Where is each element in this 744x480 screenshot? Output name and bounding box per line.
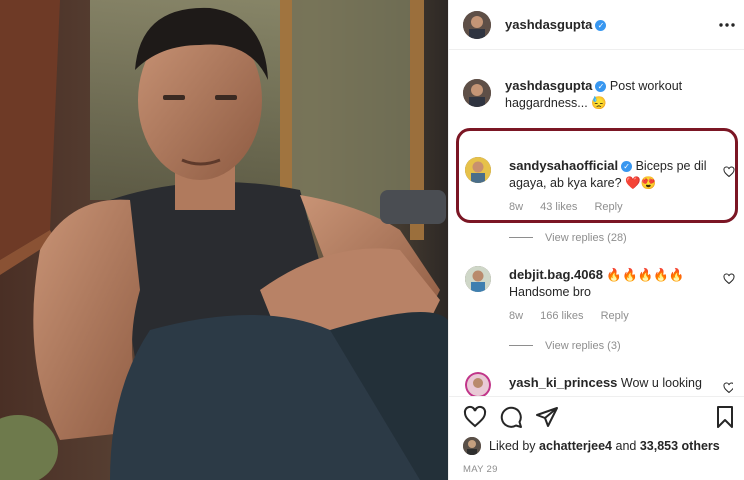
post-detail-panel: yashdasgupta ✓ yashdasgupta ✓ Post workout… — [448, 0, 744, 480]
avatar-image — [465, 372, 491, 396]
comment-username[interactable]: debjit.bag.4068 — [509, 267, 603, 282]
author-name[interactable]: yashdasgupta ✓ — [505, 16, 607, 34]
liked-by-user[interactable]: achatterjee4 — [539, 439, 612, 453]
comment-meta: 8w 166 likes Reply — [509, 310, 643, 322]
post-photo[interactable] — [0, 0, 448, 480]
liked-by-others[interactable]: 33,853 others — [640, 439, 720, 453]
comment-like-heart-icon[interactable] — [723, 273, 735, 285]
verified-badge-icon: ✓ — [595, 20, 607, 31]
post-image-illustration — [0, 0, 448, 480]
liked-by-prefix: Liked by — [489, 439, 536, 453]
comment-likes[interactable]: 166 likes — [540, 310, 583, 322]
comment-like-heart-icon[interactable] — [723, 382, 733, 394]
comment-item: yash_ki_princess Wow u looking — [463, 372, 733, 396]
view-replies-label[interactable]: View replies (28) — [545, 232, 627, 244]
view-replies-button[interactable]: View replies (3) — [509, 340, 621, 352]
like-heart-icon[interactable] — [463, 405, 487, 429]
comment-username[interactable]: yash_ki_princess — [509, 375, 617, 390]
commenter-avatar[interactable] — [465, 372, 491, 396]
reply-button[interactable]: Reply — [601, 310, 629, 322]
liked-by-text: Liked by achatterjee4 and 33,853 others — [489, 439, 720, 453]
commenter-avatar[interactable] — [465, 266, 491, 292]
more-horizontal-icon[interactable] — [715, 13, 739, 37]
comment-bubble-icon[interactable] — [499, 405, 523, 429]
comment-body: Wow u looking — [620, 376, 702, 390]
highlight-annotation — [456, 128, 738, 223]
view-replies-button[interactable]: View replies (28) — [509, 232, 627, 244]
comment-item: debjit.bag.4068 🔥🔥🔥🔥🔥 Handsome bro 8w 16… — [463, 266, 735, 336]
avatar-image — [463, 11, 491, 39]
caption-username[interactable]: yashdasgupta — [505, 78, 592, 93]
comment-time: 8w — [509, 310, 524, 322]
liker-avatar[interactable] — [463, 437, 481, 455]
view-replies-label[interactable]: View replies (3) — [545, 340, 621, 352]
caption-text: yashdasgupta ✓ Post workout haggardness..… — [505, 77, 705, 112]
replies-divider — [509, 345, 533, 346]
avatar-image — [463, 79, 491, 107]
post-date: MAY 29 — [463, 464, 498, 475]
author-username[interactable]: yashdasgupta — [505, 17, 592, 32]
post-actions: Liked by achatterjee4 and 33,853 others … — [449, 396, 744, 480]
share-paper-plane-icon[interactable] — [535, 405, 559, 429]
replies-divider — [509, 237, 533, 238]
comment-text: yash_ki_princess Wow u looking — [509, 374, 719, 392]
author-avatar[interactable] — [463, 11, 491, 39]
avatar-image — [465, 266, 491, 292]
caption: yashdasgupta ✓ Post workout haggardness..… — [463, 77, 733, 117]
post-header: yashdasgupta ✓ — [449, 0, 744, 50]
verified-badge-icon: ✓ — [595, 81, 607, 92]
liked-by-connector: and — [615, 439, 637, 453]
save-bookmark-icon[interactable] — [713, 405, 737, 429]
avatar-image — [463, 437, 481, 455]
comment-text: debjit.bag.4068 🔥🔥🔥🔥🔥 Handsome bro — [509, 266, 709, 301]
liked-by-row: Liked by achatterjee4 and 33,853 others — [463, 437, 733, 457]
caption-avatar[interactable] — [463, 79, 491, 107]
